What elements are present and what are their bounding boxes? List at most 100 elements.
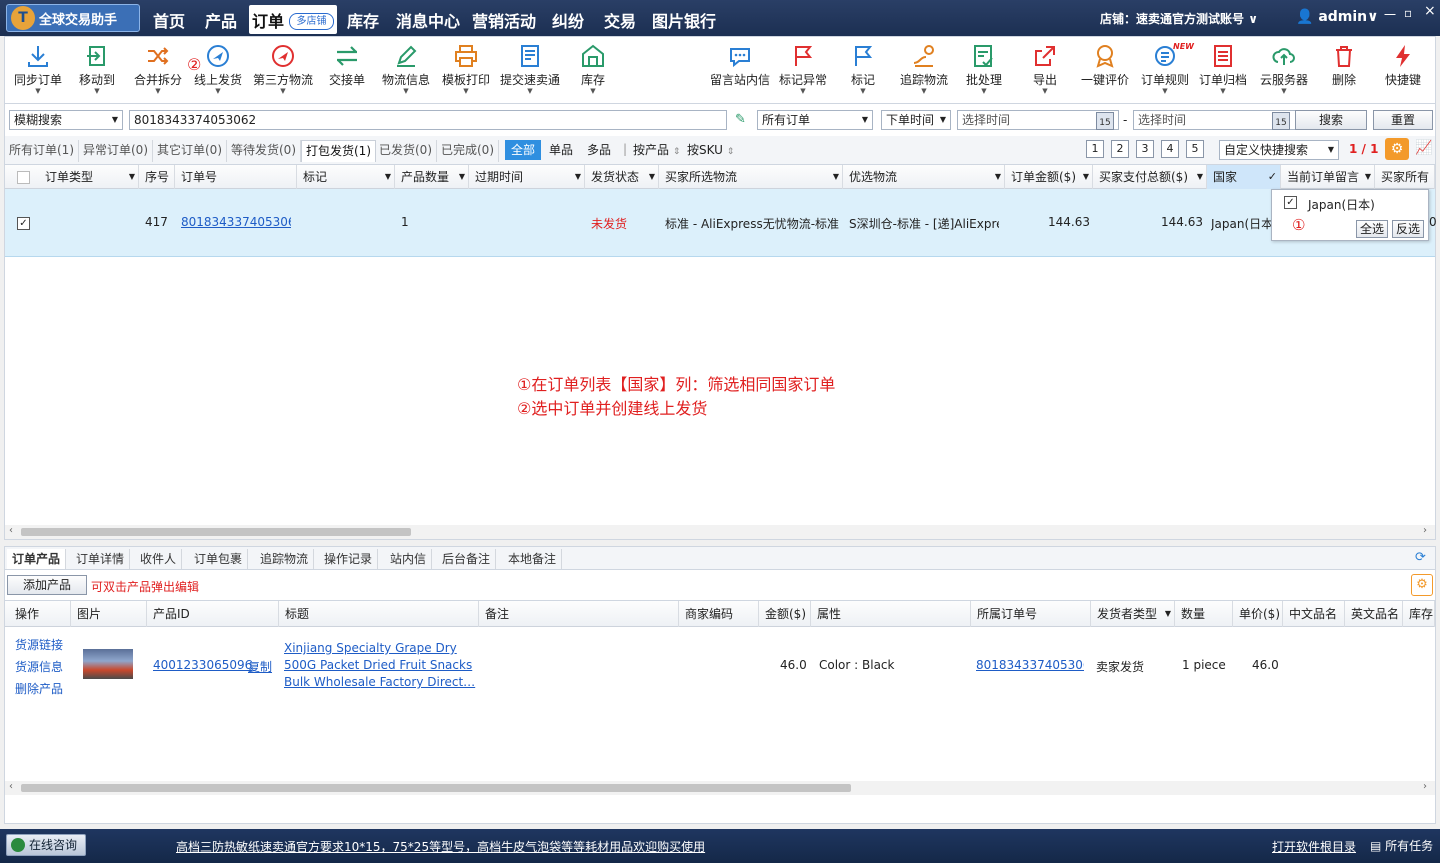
tab-order-details[interactable]: 订单详情 [71, 549, 131, 569]
tab-all-orders[interactable]: 所有订单(1) [5, 140, 79, 162]
col-buyer-logistics[interactable]: 买家所选物流 ▼ [659, 165, 843, 189]
handover-button[interactable]: 交接单 [325, 43, 369, 88]
user-menu[interactable]: 👤 admin∨ [1296, 9, 1379, 25]
multi-shop-badge[interactable]: 多店铺 [289, 13, 334, 30]
filter-arrow-icon[interactable]: ▼ [1197, 165, 1203, 189]
tab-other-orders[interactable]: 其它订单(0) [153, 140, 227, 162]
filter-arrow-icon[interactable]: ▼ [385, 165, 391, 189]
horizontal-scrollbar[interactable]: ‹ › [5, 781, 1435, 795]
parent-order-link[interactable]: 8018343374053062 [976, 658, 1084, 672]
product-thumbnail[interactable] [83, 649, 133, 679]
nav-products[interactable]: 产品 [205, 8, 237, 32]
filter-arrow-icon[interactable]: ▼ [1165, 601, 1171, 627]
invert-selection-button[interactable]: 反选 [1392, 220, 1424, 238]
page-5[interactable]: 5 [1186, 140, 1204, 158]
delete-button[interactable]: 删除 [1327, 43, 1361, 88]
nav-orders[interactable]: 订单 多店铺 [249, 5, 337, 34]
col-current-message[interactable]: 当前订单留言 ▼ [1281, 165, 1375, 189]
search-button[interactable]: 搜索 [1295, 110, 1367, 130]
sync-orders-button[interactable]: 同步订单 ▼ [11, 43, 65, 95]
col-shipper-type[interactable]: 发货者类型 ▼ [1091, 601, 1175, 627]
col-order-type[interactable]: 订单类型 ▼ [39, 165, 139, 189]
product-title-line-3[interactable]: Bulk Wholesale Factory Direct… [284, 675, 475, 689]
country-option-label[interactable]: Japan(日本) [1308, 196, 1375, 213]
row-checkbox[interactable]: ✓ [17, 217, 30, 230]
maximize-button[interactable]: ▫ [1404, 6, 1412, 20]
scroll-thumb[interactable] [21, 784, 851, 792]
time-type-select[interactable]: 下单时间 ▼ [881, 110, 951, 130]
refresh-icon[interactable]: ⟳ [1415, 550, 1426, 565]
start-time-input[interactable]: 选择时间 [957, 110, 1119, 130]
filter-arrow-icon[interactable]: ▼ [129, 165, 135, 189]
col-buyer-all[interactable]: 买家所有 [1375, 165, 1435, 189]
batch-process-button[interactable]: 批处理 ▼ [963, 43, 1005, 95]
search-mode-select[interactable]: 模糊搜索 ▼ [9, 110, 123, 130]
scroll-right-icon[interactable]: › [1423, 525, 1427, 536]
nav-messages[interactable]: 消息中心 [396, 8, 460, 32]
filter-arrow-icon[interactable]: ▼ [1365, 165, 1371, 189]
filter-active-icon[interactable]: ✓ [1268, 165, 1277, 189]
table-row[interactable]: ✓ 417 8018343374053062 1 未发货 标准 - AliExp… [5, 189, 1437, 257]
tab-internal-messages[interactable]: 站内信 [385, 549, 433, 569]
tab-order-products[interactable]: 订单产品 [7, 549, 67, 569]
col-qty[interactable]: 产品数量 ▼ [395, 165, 469, 189]
nav-disputes[interactable]: 纠纷 [552, 8, 584, 32]
col-country[interactable]: 国家 ✓ [1207, 165, 1281, 189]
filter-arrow-icon[interactable]: ▼ [649, 165, 655, 189]
filter-arrow-icon[interactable]: ▼ [1083, 165, 1089, 189]
shop-selector[interactable]: 店铺：速卖通官方测试账号 ∨ [1100, 10, 1258, 27]
mark-exception-button[interactable]: 标记异常 ▼ [775, 43, 831, 95]
filter-arrow-icon[interactable]: ▼ [575, 165, 581, 189]
delete-product-link[interactable]: 删除产品 [15, 680, 63, 697]
col-expiry[interactable]: 过期时间 ▼ [469, 165, 585, 189]
nav-image-bank[interactable]: 图片银行 [652, 8, 716, 32]
segment-single[interactable]: 单品 [543, 140, 579, 160]
nav-home[interactable]: 首页 [153, 8, 185, 32]
copy-link[interactable]: 复制 [248, 658, 272, 675]
close-button[interactable]: × [1424, 3, 1436, 19]
mark-button[interactable]: 标记 ▼ [847, 43, 879, 95]
messages-button[interactable]: 留言站内信 [707, 43, 773, 88]
order-scope-select[interactable]: 所有订单 ▼ [757, 110, 873, 130]
tab-completed[interactable]: 已完成(0) [437, 140, 499, 162]
tab-operation-log[interactable]: 操作记录 [319, 549, 379, 569]
filter-arrow-icon[interactable]: ▼ [833, 165, 839, 189]
open-root-dir-link[interactable]: 打开软件根目录 [1272, 838, 1356, 855]
product-title-line-1[interactable]: Xinjiang Specialty Grape Dry [284, 641, 457, 655]
tab-shipped[interactable]: 已发货(0) [375, 140, 437, 162]
row-order-no[interactable]: 8018343374053062 [181, 215, 291, 229]
column-settings-icon[interactable]: ⚙ [1411, 574, 1433, 596]
online-consult-button[interactable]: 在线咨询 [6, 834, 86, 856]
scroll-right-icon[interactable]: › [1423, 781, 1427, 792]
segment-multi[interactable]: 多品 [581, 140, 617, 160]
tab-pack-ship[interactable]: 打包发货(1) [301, 140, 376, 162]
submit-aliexpress-button[interactable]: 提交速卖通 ▼ [499, 43, 561, 95]
country-option-checkbox[interactable]: ✓ [1284, 196, 1297, 209]
calendar-icon[interactable]: 15 [1272, 112, 1290, 130]
col-order-no[interactable]: 订单号 [175, 165, 297, 189]
shortcut-keys-button[interactable]: 快捷键 [1381, 43, 1425, 88]
page-2[interactable]: 2 [1111, 140, 1129, 158]
promo-marquee[interactable]: 高档三防热敏纸速卖通官方要求10*15，75*25等型号，高档牛皮气泡袋等等耗材… [176, 838, 705, 855]
col-seq[interactable]: 序号 [139, 165, 175, 189]
segment-all[interactable]: 全部 [505, 140, 542, 160]
scroll-left-icon[interactable]: ‹ [9, 781, 13, 792]
move-to-button[interactable]: 移动到 ▼ [73, 43, 121, 95]
col-mark[interactable]: 标记 ▼ [297, 165, 395, 189]
scroll-left-icon[interactable]: ‹ [9, 525, 13, 536]
source-link[interactable]: 货源链接 [15, 636, 63, 653]
template-print-button[interactable]: 模板打印 ▼ [439, 43, 493, 95]
minimize-button[interactable]: 一 [1384, 6, 1396, 23]
tab-backend-notes[interactable]: 后台备注 [437, 549, 497, 569]
cloud-server-button[interactable]: 云服务器 ▼ [1259, 43, 1309, 95]
table-row[interactable]: 货源链接 货源信息 删除产品 4001233065096 复制 Xinjiang… [5, 627, 1435, 703]
chart-icon[interactable]: 📈 [1415, 140, 1432, 156]
quick-search-select[interactable]: 自定义快捷搜索 ▼ [1219, 140, 1339, 160]
logistics-info-button[interactable]: 物流信息 ▼ [379, 43, 433, 95]
tab-local-notes[interactable]: 本地备注 [503, 549, 563, 569]
filter-arrow-icon[interactable]: ▼ [459, 165, 465, 189]
online-shipping-button[interactable]: 线上发货 ▼ [191, 43, 245, 95]
reset-button[interactable]: 重置 [1373, 110, 1433, 130]
calendar-icon[interactable]: 15 [1096, 112, 1114, 130]
tab-recipient[interactable]: 收件人 [135, 549, 183, 569]
